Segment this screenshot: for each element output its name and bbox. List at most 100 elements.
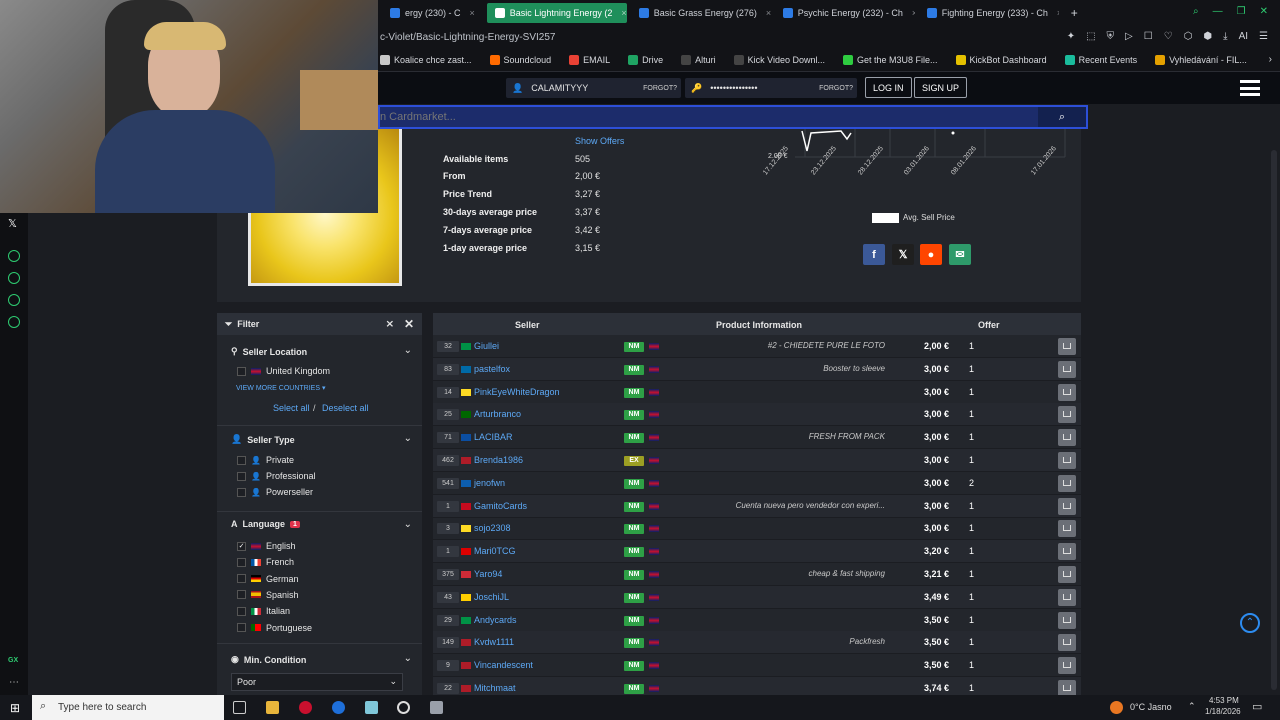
language-checkbox[interactable] bbox=[237, 606, 246, 616]
seller-type-header[interactable]: 👤 Seller Type bbox=[231, 434, 295, 445]
add-to-cart-button[interactable] bbox=[1058, 360, 1076, 378]
seller-link[interactable]: Mari0TCG bbox=[474, 546, 516, 556]
bookmark-item[interactable]: EMAIL bbox=[569, 54, 610, 65]
add-to-cart-button[interactable] bbox=[1058, 634, 1076, 652]
seller-link[interactable]: Brenda1986 bbox=[474, 455, 523, 465]
extensions-icon[interactable] bbox=[8, 294, 20, 306]
forgot-password-link[interactable]: FORGOT? bbox=[819, 85, 853, 92]
seller-type-checkbox[interactable] bbox=[237, 487, 246, 497]
calculator-icon[interactable] bbox=[430, 701, 443, 714]
shield-icon[interactable]: ⛨ bbox=[1107, 31, 1115, 42]
language-checkbox[interactable] bbox=[237, 590, 246, 600]
chevron-down-icon[interactable]: ⌄ bbox=[404, 433, 412, 444]
language-option[interactable]: German bbox=[237, 574, 299, 584]
gx-icon[interactable]: GX bbox=[8, 657, 18, 664]
weather-text[interactable]: 0°C Jasno bbox=[1130, 702, 1172, 712]
language-option[interactable]: Portuguese bbox=[237, 623, 312, 633]
close-filter-icon[interactable]: ✕ bbox=[404, 317, 414, 331]
play-icon[interactable]: ▷ bbox=[1125, 31, 1133, 42]
seller-column-header[interactable]: Seller bbox=[515, 320, 540, 330]
seller-type-option[interactable]: 👤 Powerseller bbox=[237, 487, 313, 497]
file-explorer-icon[interactable] bbox=[266, 701, 279, 714]
language-checkbox[interactable] bbox=[237, 623, 246, 632]
select-all-link[interactable]: Select all bbox=[273, 403, 310, 413]
view-more-countries-link[interactable]: VIEW MORE COUNTRIES ▾ bbox=[236, 384, 325, 392]
status-icon[interactable] bbox=[8, 250, 20, 262]
email-share-button[interactable]: ✉ bbox=[949, 244, 971, 265]
browser-tab[interactable]: Basic Lightning Energy (2 × bbox=[486, 3, 627, 23]
add-to-cart-button[interactable] bbox=[1058, 383, 1076, 401]
offer-column-header[interactable]: Offer bbox=[978, 320, 1000, 330]
forgot-username-link[interactable]: FORGOT? bbox=[643, 85, 677, 92]
clock-date[interactable]: 1/18/2026 bbox=[1205, 707, 1241, 716]
ai-icon[interactable]: AI bbox=[1239, 31, 1248, 42]
scroll-to-top-button[interactable]: ⌃ bbox=[1240, 613, 1260, 633]
show-offers-link[interactable]: Show Offers bbox=[575, 136, 624, 146]
language-option[interactable]: French bbox=[237, 557, 294, 567]
hamburger-menu-icon[interactable] bbox=[1240, 80, 1260, 96]
min-condition-header[interactable]: ◉ Min. Condition bbox=[231, 654, 306, 665]
username-field[interactable]: 👤 CALAMITYYY FORGOT? bbox=[506, 78, 681, 98]
bookmark-item[interactable]: Soundcloud bbox=[489, 54, 551, 65]
seller-type-option[interactable]: 👤 Professional bbox=[237, 471, 316, 481]
seller-location-header[interactable]: ⚲ Seller Location bbox=[231, 346, 307, 357]
add-to-cart-button[interactable] bbox=[1058, 406, 1076, 424]
country-option[interactable]: United Kingdom bbox=[237, 366, 330, 376]
country-checkbox[interactable] bbox=[237, 366, 246, 376]
language-option[interactable]: Spanish bbox=[237, 590, 299, 600]
pin-icon[interactable]: ✦ bbox=[1067, 31, 1075, 42]
x-icon[interactable]: 𝕏 bbox=[8, 217, 17, 230]
close-icon[interactable]: ✕ bbox=[1260, 6, 1268, 17]
bookmark-item[interactable]: Get the M3U8 File... bbox=[843, 54, 938, 65]
notification-icon[interactable]: ▭ bbox=[1252, 700, 1262, 713]
bookmark-item[interactable]: Vyhledávání - FIL... bbox=[1155, 54, 1247, 65]
app-icon[interactable] bbox=[365, 701, 378, 714]
signup-button[interactable]: SIGN UP bbox=[914, 77, 968, 98]
browser-tab[interactable]: Basic Grass Energy (276) × bbox=[631, 3, 771, 23]
seller-type-option[interactable]: 👤 Private bbox=[237, 455, 294, 465]
browser-tab[interactable]: Fighting Energy (233) - Ch × bbox=[919, 3, 1059, 23]
seller-type-checkbox[interactable] bbox=[237, 455, 246, 465]
facebook-share-button[interactable]: f bbox=[863, 244, 885, 265]
browser-tab[interactable]: Psychic Energy (232) - Ch × bbox=[775, 3, 915, 23]
bookmark-item[interactable]: Recent Events bbox=[1064, 54, 1137, 65]
seller-link[interactable]: PinkEyeWhiteDragon bbox=[474, 387, 560, 397]
search-input[interactable] bbox=[380, 107, 1040, 127]
seller-link[interactable]: sojo2308 bbox=[474, 523, 511, 533]
tab-close-icon[interactable]: × bbox=[912, 8, 915, 18]
seller-link[interactable]: Vincandescent bbox=[474, 660, 533, 670]
task-view-icon[interactable] bbox=[233, 701, 246, 714]
add-to-cart-button[interactable] bbox=[1058, 474, 1076, 492]
seller-link[interactable]: JoschiJL bbox=[474, 592, 509, 602]
seller-link[interactable]: Giullei bbox=[474, 341, 499, 351]
steam-icon[interactable] bbox=[397, 701, 410, 714]
add-to-cart-button[interactable] bbox=[1058, 452, 1076, 469]
screenshot-icon[interactable]: ⬚ bbox=[1086, 31, 1095, 42]
puzzle-icon[interactable]: ⬢ bbox=[1203, 31, 1212, 42]
seller-link[interactable]: pastelfox bbox=[474, 364, 510, 374]
add-to-cart-button[interactable] bbox=[1058, 543, 1076, 561]
search-button[interactable]: ⌕ bbox=[1038, 107, 1086, 127]
add-to-cart-button[interactable] bbox=[1058, 520, 1076, 538]
add-to-cart-button[interactable] bbox=[1058, 429, 1076, 447]
min-condition-select[interactable]: Poor ⌄ bbox=[231, 673, 403, 691]
seller-link[interactable]: Yaro94 bbox=[474, 569, 502, 579]
bookmark-item[interactable]: KickBot Dashboard bbox=[955, 54, 1047, 65]
history-icon[interactable] bbox=[8, 272, 20, 284]
taskbar-search[interactable]: ⌕ Type here to search bbox=[32, 695, 224, 720]
search-icon[interactable]: ⌕ bbox=[1193, 6, 1199, 17]
page-scrollbar[interactable] bbox=[1271, 150, 1277, 690]
tab-close-icon[interactable]: × bbox=[1057, 8, 1059, 18]
tab-close-icon[interactable]: × bbox=[621, 8, 626, 18]
clock-time[interactable]: 4:53 PM bbox=[1209, 696, 1239, 705]
url-text[interactable]: c-Violet/Basic-Lightning-Energy-SVI257 bbox=[380, 32, 555, 43]
heart-icon[interactable]: ♡ bbox=[1164, 31, 1173, 42]
language-checkbox[interactable]: ✓ bbox=[237, 541, 246, 551]
bookmark-item[interactable]: Drive bbox=[628, 54, 663, 65]
add-to-cart-button[interactable] bbox=[1058, 680, 1076, 695]
seller-type-checkbox[interactable] bbox=[237, 471, 246, 481]
chevron-down-icon[interactable]: ⌄ bbox=[404, 519, 412, 530]
chevron-down-icon[interactable]: ⌄ bbox=[404, 653, 412, 664]
seller-link[interactable]: jenofwn bbox=[474, 478, 505, 488]
browser-icon[interactable] bbox=[332, 701, 345, 714]
